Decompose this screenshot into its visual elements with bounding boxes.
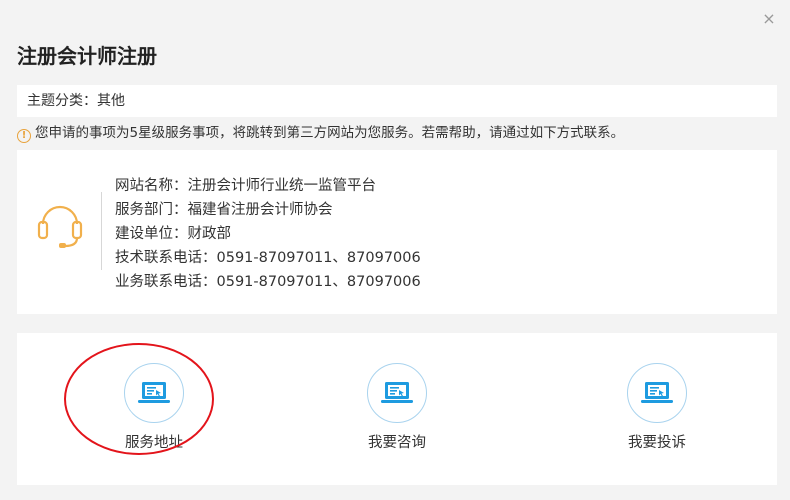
- dialog-title: 注册会计师注册: [17, 44, 157, 68]
- divider: [101, 192, 102, 270]
- action-label: 我要咨询: [368, 435, 426, 451]
- laptop-icon: [124, 363, 184, 423]
- action-label: 服务地址: [125, 435, 183, 451]
- notice-text: 您申请的事项为5星级服务事项，将跳转到第三方网站为您服务。若需帮助，请通过如下方…: [35, 125, 625, 141]
- contact-card: 网站名称：注册会计师行业统一监管平台 服务部门：福建省注册会计师协会 建设单位：…: [17, 150, 777, 314]
- builder-unit: 建设单位：财政部: [115, 226, 231, 242]
- actions-panel: 服务地址 我要咨询 我要投诉: [17, 333, 777, 485]
- site-name: 网站名称：注册会计师行业统一监管平台: [115, 178, 376, 194]
- info-circle-icon: !: [17, 129, 31, 143]
- complaint-button[interactable]: 我要投诉: [597, 363, 717, 453]
- topic-category: 主题分类：其他: [17, 85, 777, 117]
- service-department: 服务部门：福建省注册会计师协会: [115, 202, 333, 218]
- laptop-icon: [367, 363, 427, 423]
- headset-icon: [35, 200, 85, 250]
- action-label: 我要投诉: [628, 435, 686, 451]
- laptop-icon: [627, 363, 687, 423]
- business-phone: 业务联系电话：0591-87097011、87097006: [115, 274, 421, 290]
- tech-phone: 技术联系电话：0591-87097011、87097006: [115, 250, 421, 266]
- contact-info: 网站名称：注册会计师行业统一监管平台 服务部门：福建省注册会计师协会 建设单位：…: [115, 174, 421, 294]
- notice-line: ! 您申请的事项为5星级服务事项，将跳转到第三方网站为您服务。若需帮助，请通过如下…: [17, 123, 777, 143]
- close-icon[interactable]: ×: [760, 10, 778, 28]
- service-address-button[interactable]: 服务地址: [94, 363, 214, 453]
- consult-button[interactable]: 我要咨询: [337, 363, 457, 453]
